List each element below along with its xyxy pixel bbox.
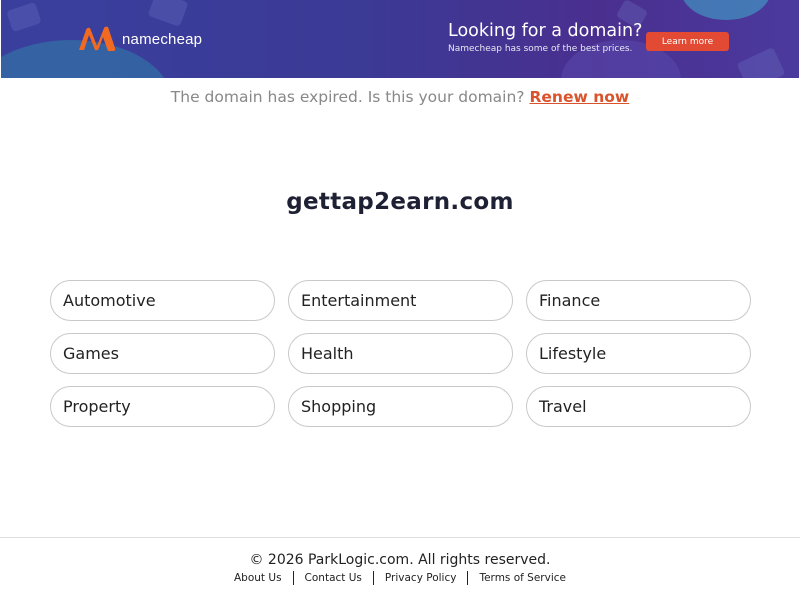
namecheap-banner[interactable]: namecheap Looking for a domain? Namechea… xyxy=(1,0,799,78)
category-shopping[interactable]: Shopping xyxy=(288,386,513,427)
terms-of-service-link[interactable]: Terms of Service xyxy=(468,572,577,584)
copyright-text: © 2026 ParkLogic.com. All rights reserve… xyxy=(249,552,551,568)
banner-decoration xyxy=(681,0,771,20)
category-grid: Automotive Entertainment Finance Games H… xyxy=(50,280,751,427)
promo-title: Looking for a domain? xyxy=(448,21,643,41)
banner-card-decoration xyxy=(736,46,786,78)
logo-wordmark: namecheap xyxy=(122,30,203,48)
domain-title: gettap2earn.com xyxy=(286,189,514,215)
banner-card-decoration xyxy=(6,1,42,33)
category-health[interactable]: Health xyxy=(288,333,513,374)
banner-card-decoration xyxy=(147,0,189,28)
category-automotive[interactable]: Automotive xyxy=(50,280,275,321)
category-games[interactable]: Games xyxy=(50,333,275,374)
footer-divider xyxy=(0,537,800,538)
renew-now-link[interactable]: Renew now xyxy=(529,88,629,106)
category-property[interactable]: Property xyxy=(50,386,275,427)
expired-notice: The domain has expired. Is this your dom… xyxy=(0,88,800,106)
footer-links: About Us Contact Us Privacy Policy Terms… xyxy=(0,571,800,585)
category-entertainment[interactable]: Entertainment xyxy=(288,280,513,321)
namecheap-logo[interactable]: namecheap xyxy=(77,26,202,52)
promo-subtitle: Namecheap has some of the best prices. xyxy=(448,44,633,54)
namecheap-n-icon xyxy=(79,26,116,51)
category-travel[interactable]: Travel xyxy=(526,386,751,427)
about-us-link[interactable]: About Us xyxy=(223,572,293,584)
contact-us-link[interactable]: Contact Us xyxy=(294,572,373,584)
expired-notice-text: The domain has expired. Is this your dom… xyxy=(170,88,525,106)
category-lifestyle[interactable]: Lifestyle xyxy=(526,333,751,374)
privacy-policy-link[interactable]: Privacy Policy xyxy=(374,572,468,584)
category-finance[interactable]: Finance xyxy=(526,280,751,321)
learn-more-button[interactable]: Learn more xyxy=(646,32,729,51)
promo-text: Looking for a domain? Namecheap has some… xyxy=(448,20,642,54)
